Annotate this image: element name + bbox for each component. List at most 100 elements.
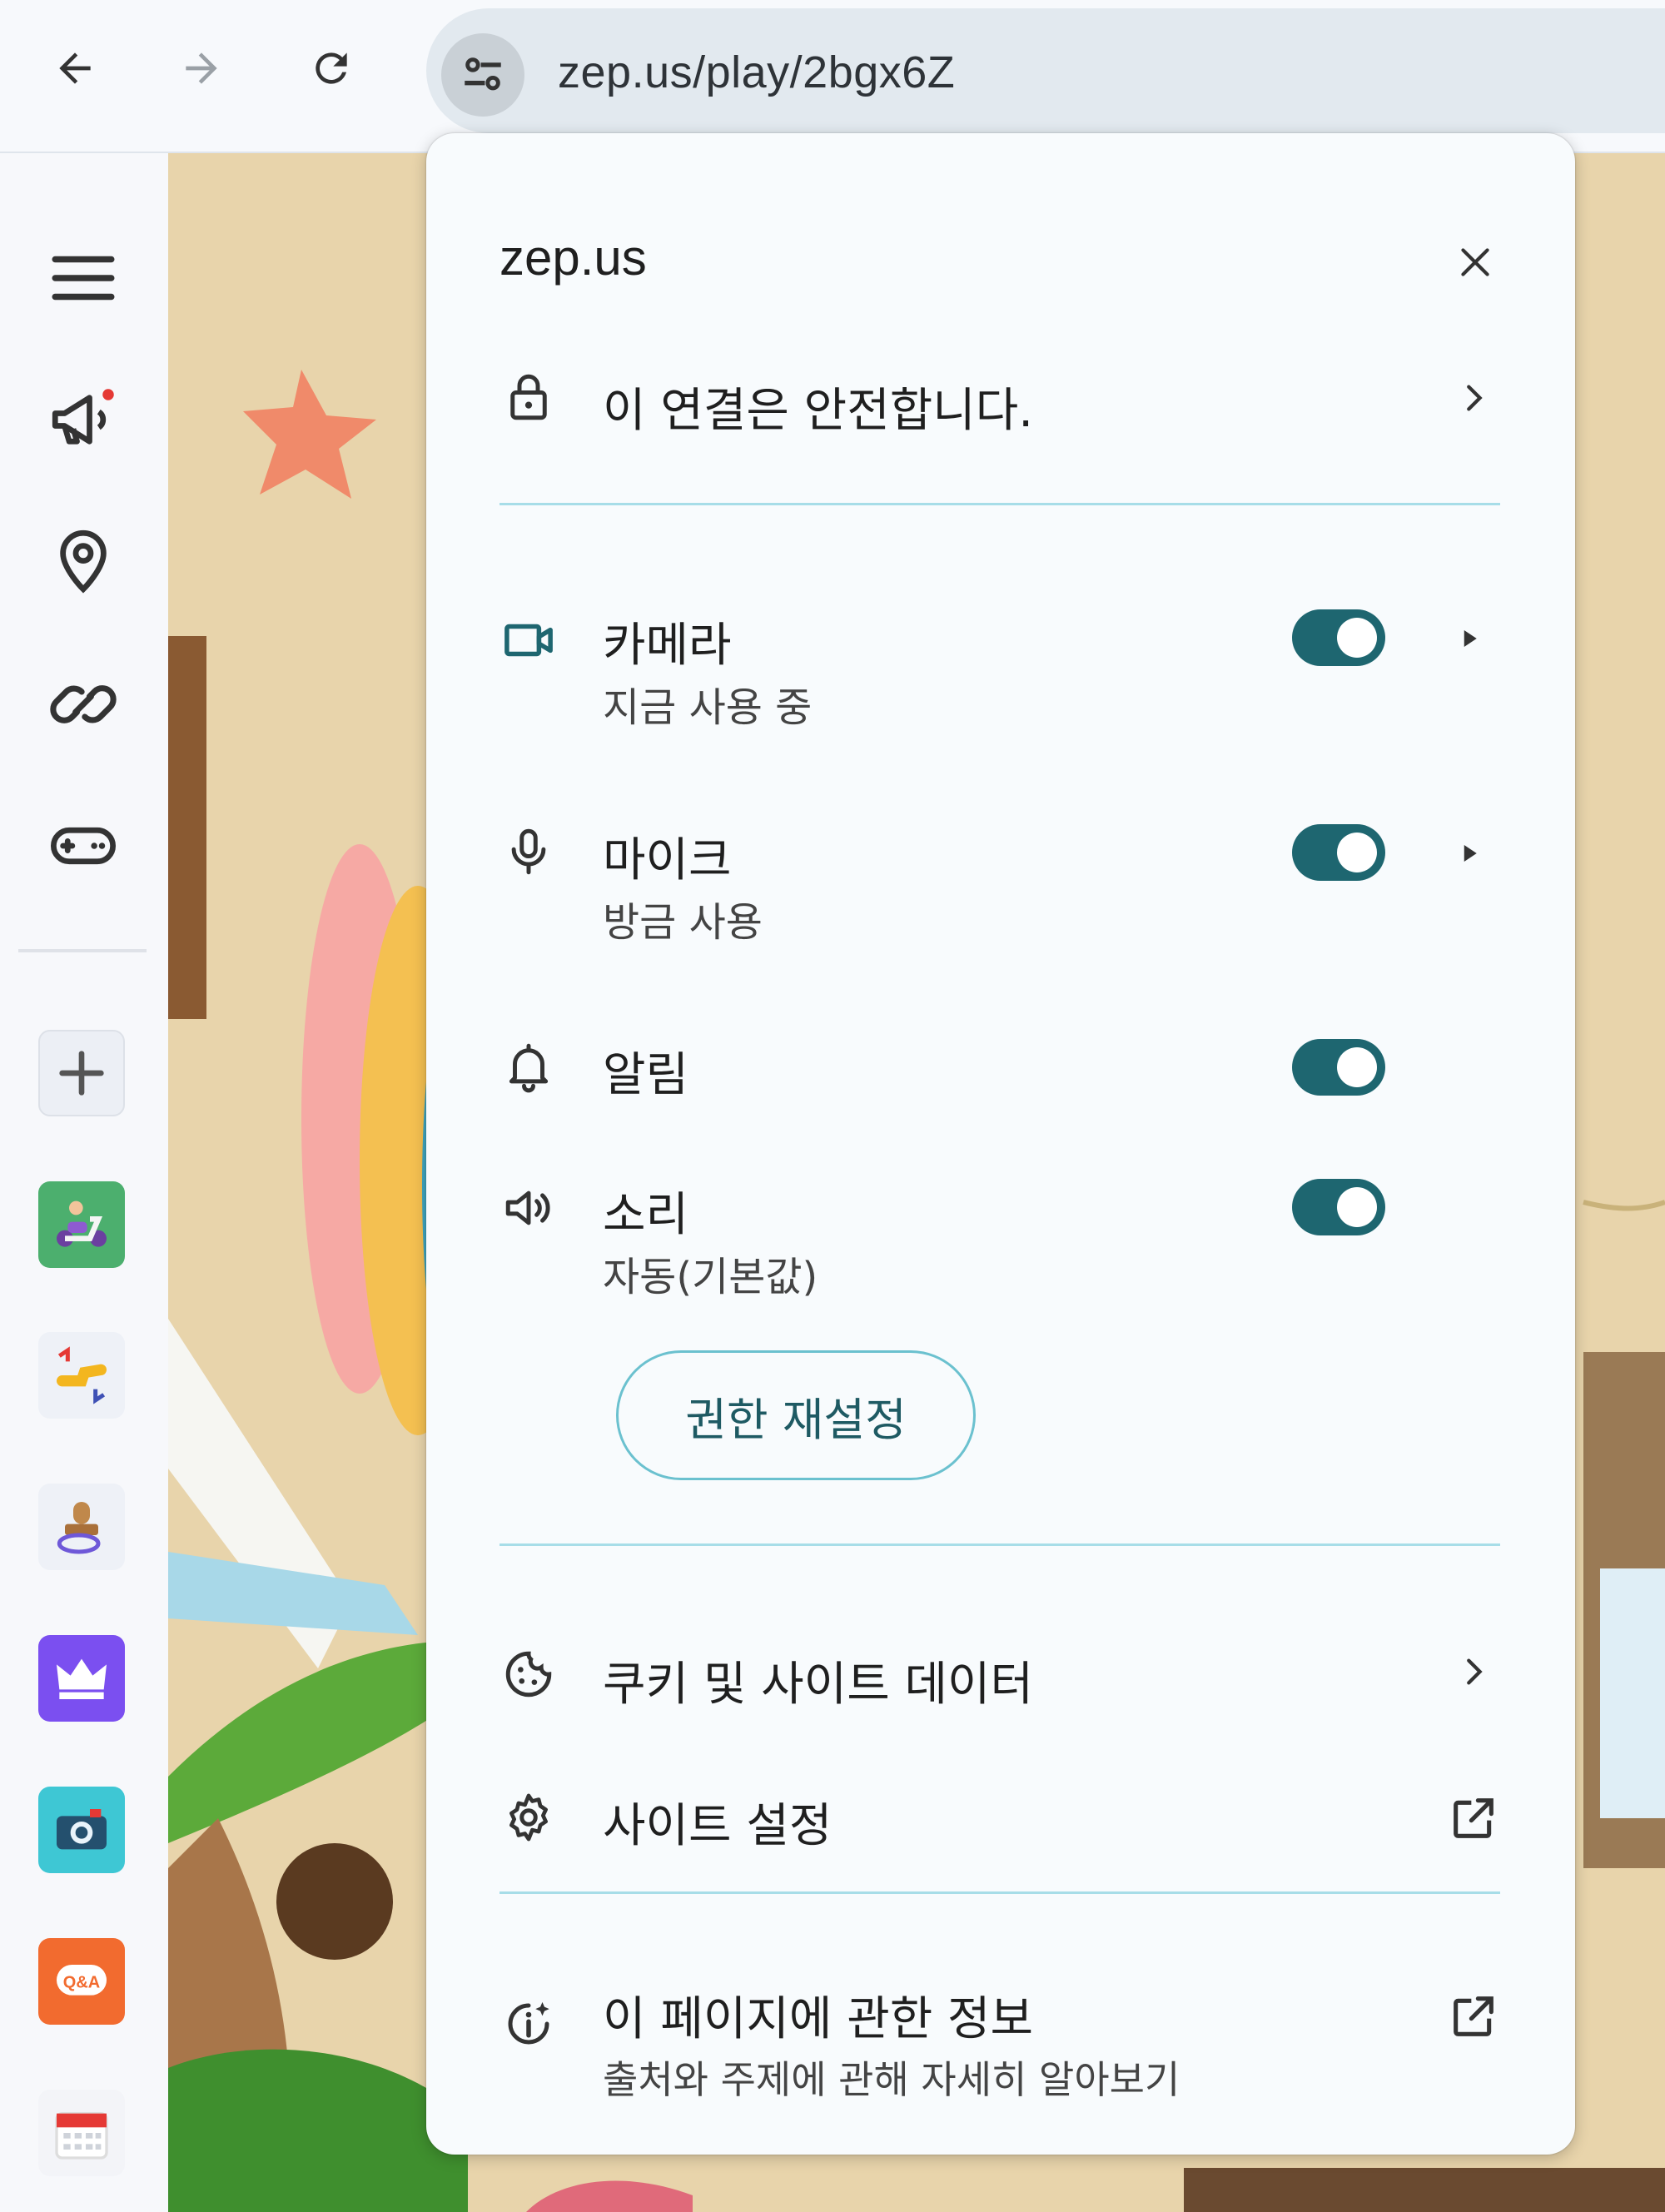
- lock-icon-wrap: [500, 368, 558, 426]
- back-button[interactable]: [33, 35, 117, 102]
- camera-status: 지금 사용 중: [603, 684, 813, 731]
- open-in-new-icon: [1454, 1996, 1494, 2036]
- site-settings-external: [1442, 1787, 1505, 1850]
- scooter-app[interactable]: [38, 1181, 125, 1268]
- qna-icon: Q&A: [57, 1965, 107, 1996]
- game-button[interactable]: [42, 804, 125, 887]
- tune-icon: [465, 57, 501, 91]
- calendar-icon: [55, 2112, 108, 2160]
- mic-expand[interactable]: [1449, 833, 1490, 874]
- camera-icon: [57, 1809, 107, 1850]
- divider: [500, 1891, 1500, 1894]
- mic-label: 마이크: [603, 833, 732, 887]
- info-sparkle-icon: [508, 2001, 549, 2045]
- connection-chevron: [1449, 373, 1498, 423]
- megaphone-icon: [52, 389, 114, 445]
- camera-app[interactable]: [38, 1787, 125, 1873]
- permission-row-sound[interactable]: 소리 자동(기본값): [426, 1139, 1575, 1305]
- url-text[interactable]: zep.us/play/2bgx6Z: [558, 47, 955, 98]
- link-icon: [50, 685, 117, 723]
- qna-app[interactable]: Q&A: [38, 1938, 125, 2025]
- pointing-hand-icon: [57, 1346, 107, 1404]
- swap-hand-app[interactable]: [38, 1332, 125, 1419]
- map-pin-icon: [60, 529, 107, 594]
- popup-site-title: zep.us: [500, 230, 647, 286]
- divider: [500, 1543, 1500, 1546]
- toggle-knob: [1337, 833, 1377, 872]
- cookies-label: 쿠키 및 사이트 데이터: [603, 1658, 1034, 1712]
- crown-app[interactable]: [38, 1635, 125, 1722]
- connection-label: 이 연결은 안전합니다.: [603, 384, 1034, 438]
- speaker-icon: [505, 1191, 550, 1225]
- mic-toggle[interactable]: [1292, 824, 1385, 881]
- sound-toggle[interactable]: [1292, 1179, 1385, 1235]
- reload-button[interactable]: [290, 35, 373, 102]
- crown-icon: [57, 1658, 107, 1699]
- video-camera-icon: [504, 624, 553, 657]
- location-button[interactable]: [42, 519, 125, 603]
- open-in-new-icon: [1454, 1798, 1494, 1838]
- about-label: 이 페이지에 관한 정보: [603, 1992, 1034, 2046]
- add-app-button[interactable]: [38, 1030, 125, 1116]
- site-settings-label: 사이트 설정: [603, 1799, 832, 1853]
- permission-row-notifications[interactable]: 알림: [426, 996, 1575, 1102]
- cookies-row[interactable]: 쿠키 및 사이트 데이터: [426, 1607, 1575, 1732]
- close-icon: [1461, 248, 1489, 276]
- notifications-toggle[interactable]: [1292, 1039, 1385, 1096]
- menu-button[interactable]: [42, 236, 125, 320]
- microphone-icon: [511, 828, 546, 875]
- reload-icon: [316, 52, 347, 84]
- reset-permissions-button[interactable]: 권한 재설정: [616, 1350, 976, 1480]
- stamp-app[interactable]: [38, 1484, 125, 1570]
- cookie-icon-wrap: [500, 1645, 558, 1703]
- permission-row-mic[interactable]: 마이크 방금 사용: [426, 781, 1575, 947]
- calendar-app[interactable]: [38, 2090, 125, 2176]
- sound-status: 자동(기본값): [603, 1254, 818, 1300]
- toggle-knob: [1337, 618, 1377, 658]
- video-camera-icon-wrap: [500, 611, 558, 669]
- gear-icon-wrap: [500, 1788, 558, 1847]
- qna-label: Q&A: [63, 1974, 100, 1992]
- address-bar[interactable]: zep.us/play/2bgx6Z: [426, 8, 1665, 133]
- gear-icon: [509, 1793, 548, 1842]
- site-info-popup: zep.us 이 연결은 안전합니다. 카메라 지금 사용 중 마이크 방금 사…: [426, 133, 1575, 2155]
- caret-right-icon: [1464, 630, 1477, 647]
- bell-icon-wrap: [500, 1037, 558, 1096]
- mic-status: 방금 사용: [603, 899, 763, 946]
- permission-row-camera[interactable]: 카메라 지금 사용 중: [426, 566, 1575, 733]
- sound-label: 소리: [603, 1188, 689, 1242]
- bell-icon: [509, 1043, 549, 1093]
- toggle-knob: [1337, 1187, 1377, 1227]
- info-sparkle-icon-wrap: [500, 1995, 558, 2053]
- stamp-icon: [57, 1502, 101, 1554]
- site-info-button[interactable]: [441, 33, 524, 117]
- chevron-right-icon: [1467, 385, 1483, 411]
- speaker-icon-wrap: [500, 1179, 558, 1237]
- scooter-icon: [57, 1200, 107, 1247]
- cookie-icon: [505, 1651, 552, 1698]
- arrow-right-icon: [186, 52, 217, 84]
- divider: [500, 503, 1500, 505]
- announcement-button[interactable]: [42, 378, 125, 461]
- site-settings-row[interactable]: 사이트 설정: [426, 1752, 1575, 1876]
- close-button[interactable]: [1434, 225, 1517, 300]
- cookies-chevron: [1449, 1647, 1498, 1697]
- chevron-right-icon: [1467, 1658, 1483, 1685]
- microphone-icon-wrap: [500, 823, 558, 881]
- plus-icon: [59, 1051, 104, 1096]
- sidebar-divider: [18, 949, 147, 952]
- forward-button[interactable]: [160, 35, 243, 102]
- browser-toolbar: zep.us/play/2bgx6Z: [0, 0, 1665, 153]
- camera-expand[interactable]: [1449, 618, 1490, 659]
- lock-icon: [510, 374, 547, 420]
- connection-security-row[interactable]: 이 연결은 안전합니다.: [426, 333, 1575, 441]
- toggle-knob: [1337, 1047, 1377, 1087]
- link-button[interactable]: [42, 663, 125, 746]
- menu-icon: [52, 256, 115, 301]
- about-page-row[interactable]: 이 페이지에 관한 정보 출처와 주제에 관해 자세히 알아보기: [426, 1956, 1575, 2123]
- camera-toggle[interactable]: [1292, 609, 1385, 666]
- notifications-label: 알림: [603, 1048, 689, 1102]
- caret-right-icon: [1464, 845, 1477, 862]
- camera-label: 카메라: [603, 619, 732, 673]
- gamepad-icon: [51, 827, 116, 865]
